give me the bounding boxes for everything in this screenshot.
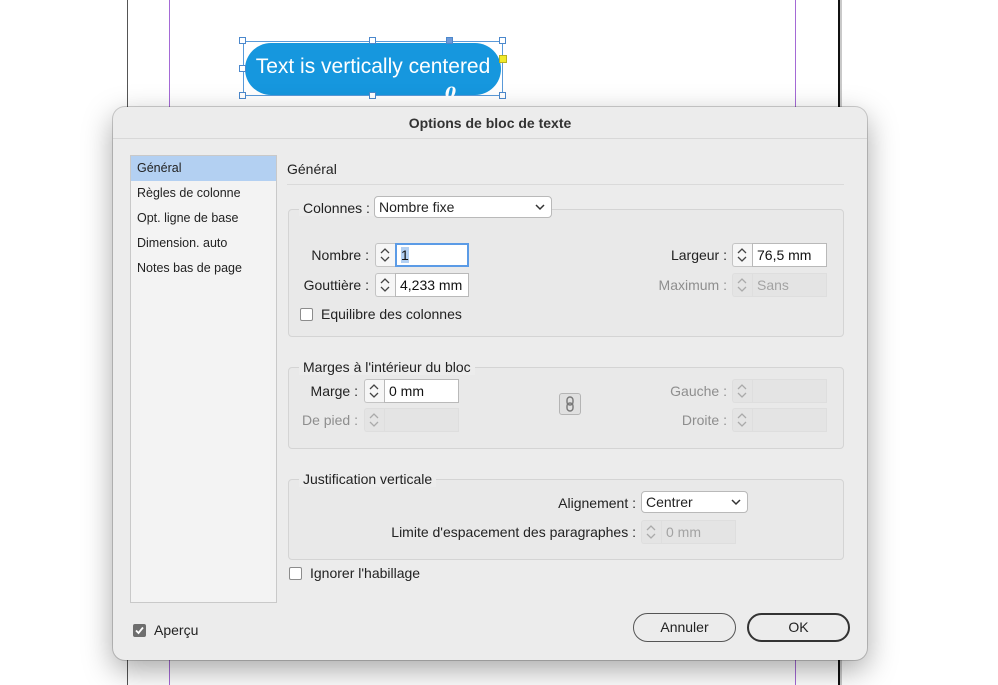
width-input[interactable]: 76,5 mm bbox=[752, 243, 827, 267]
chevron-down-icon bbox=[535, 204, 545, 211]
gutter-input[interactable]: 4,233 mm bbox=[395, 273, 469, 297]
right-inset-stepper bbox=[732, 408, 827, 432]
stepper-arrows-icon bbox=[380, 278, 390, 292]
columns-type-select[interactable]: Nombre fixe bbox=[374, 196, 552, 218]
alignment-value: Centrer bbox=[646, 494, 693, 510]
resize-handle-left[interactable] bbox=[239, 65, 246, 72]
gutter-stepper[interactable]: 4,233 mm bbox=[375, 273, 469, 297]
resize-handle-bottom-left[interactable] bbox=[239, 92, 246, 99]
section-title: Général bbox=[287, 161, 337, 177]
alignment-label: Alignement : bbox=[558, 495, 636, 511]
section-divider bbox=[287, 184, 844, 185]
right-inset-label: Droite : bbox=[681, 412, 727, 428]
vertical-justification-legend: Justification verticale bbox=[299, 471, 437, 487]
columns-legend: Colonnes : bbox=[299, 200, 374, 216]
resize-handle-top[interactable] bbox=[369, 37, 376, 44]
checkbox-box[interactable] bbox=[289, 566, 302, 580]
sidebar-item-general[interactable]: Général bbox=[131, 156, 276, 181]
stepper-arrows[interactable] bbox=[364, 379, 384, 403]
sidebar-item-column-rules[interactable]: Règles de colonne bbox=[131, 181, 276, 206]
make-all-settings-same-button[interactable] bbox=[559, 393, 581, 415]
maximum-label: Maximum : bbox=[658, 277, 727, 293]
left-inset-stepper bbox=[732, 379, 827, 403]
bottom-inset-label: De pied : bbox=[301, 412, 358, 428]
stepper-arrows-icon bbox=[369, 384, 379, 398]
dialog-title: Options de bloc de texte bbox=[113, 107, 867, 139]
paragraph-spacing-limit-input: 0 mm bbox=[661, 520, 736, 544]
stepper-arrows-icon bbox=[380, 248, 390, 262]
preview-label: Aperçu bbox=[154, 622, 199, 638]
ignore-text-wrap-label: Ignorer l'habillage bbox=[310, 565, 421, 581]
checkbox-box[interactable] bbox=[300, 307, 313, 321]
stepper-arrows[interactable] bbox=[375, 273, 395, 297]
width-label: Largeur : bbox=[670, 247, 727, 263]
text-frame-options-dialog: Options de bloc de texte Général Règles … bbox=[113, 107, 867, 660]
text-out-port[interactable] bbox=[499, 55, 507, 63]
margin-stepper[interactable]: 0 mm bbox=[364, 379, 459, 403]
sidebar-item-footnotes[interactable]: Notes bas de page bbox=[131, 256, 276, 281]
stepper-arrows-icon bbox=[737, 278, 747, 292]
maximum-input: Sans bbox=[752, 273, 827, 297]
options-sidebar: Général Règles de colonne Opt. ligne de … bbox=[130, 155, 277, 603]
stepper-arrows[interactable] bbox=[732, 243, 752, 267]
number-value: 1 bbox=[401, 247, 409, 263]
stepper-arrows[interactable] bbox=[375, 243, 395, 267]
margin-label: Marge : bbox=[310, 383, 358, 399]
stepper-arrows-icon bbox=[737, 248, 747, 262]
stepper-arrows-icon bbox=[737, 384, 747, 398]
number-stepper[interactable]: 1 bbox=[375, 243, 469, 267]
resize-handle-top-left[interactable] bbox=[239, 37, 246, 44]
stepper-arrows bbox=[732, 379, 752, 403]
bottom-inset-stepper bbox=[364, 408, 459, 432]
gutter-label: Gouttière : bbox=[303, 277, 369, 293]
checkbox-box[interactable] bbox=[133, 623, 146, 637]
insets-legend: Marges à l'intérieur du bloc bbox=[299, 359, 475, 375]
stepper-arrows bbox=[732, 408, 752, 432]
stepper-arrows-icon bbox=[646, 525, 656, 539]
chain-link-icon bbox=[566, 396, 574, 412]
number-label: Nombre : bbox=[311, 247, 369, 263]
resize-handle-bottom-right[interactable] bbox=[499, 92, 506, 99]
sidebar-item-baseline-options[interactable]: Opt. ligne de base bbox=[131, 206, 276, 231]
frame-bounding-box bbox=[243, 41, 503, 96]
margin-input[interactable]: 0 mm bbox=[384, 379, 459, 403]
balance-columns-label: Equilibre des colonnes bbox=[321, 306, 462, 322]
stepper-arrows bbox=[641, 520, 661, 544]
ok-button[interactable]: OK bbox=[747, 613, 850, 642]
maximum-stepper: Sans bbox=[732, 273, 827, 297]
right-inset-input bbox=[752, 408, 827, 432]
cancel-button[interactable]: Annuler bbox=[633, 613, 736, 642]
checkmark-icon bbox=[135, 626, 144, 634]
alignment-select[interactable]: Centrer bbox=[641, 491, 748, 513]
left-inset-label: Gauche : bbox=[670, 383, 727, 399]
resize-handle-bottom[interactable] bbox=[369, 92, 376, 99]
width-stepper[interactable]: 76,5 mm bbox=[732, 243, 827, 267]
paragraph-spacing-limit-label: Limite d'espacement des paragraphes : bbox=[391, 524, 636, 540]
stepper-arrows-icon bbox=[369, 413, 379, 427]
number-input[interactable]: 1 bbox=[395, 243, 469, 267]
selected-text-frame[interactable]: Text is vertically centered 0 bbox=[239, 37, 507, 102]
columns-type-value: Nombre fixe bbox=[379, 199, 455, 215]
sidebar-item-auto-size[interactable]: Dimension. auto bbox=[131, 231, 276, 256]
preview-checkbox[interactable]: Aperçu bbox=[133, 622, 198, 638]
stepper-arrows bbox=[732, 273, 752, 297]
stepper-arrows-icon bbox=[737, 413, 747, 427]
resize-handle-top-right[interactable] bbox=[499, 37, 506, 44]
balance-columns-checkbox[interactable]: Equilibre des colonnes bbox=[300, 306, 462, 322]
bottom-inset-input bbox=[384, 408, 459, 432]
overflow-indicator: 0 bbox=[445, 83, 457, 102]
paragraph-spacing-limit-stepper: 0 mm bbox=[641, 520, 736, 544]
chevron-down-icon bbox=[731, 499, 741, 506]
stepper-arrows bbox=[364, 408, 384, 432]
left-inset-input bbox=[752, 379, 827, 403]
vertical-justification-group bbox=[288, 479, 844, 560]
corner-options-handle[interactable] bbox=[446, 37, 453, 44]
ignore-text-wrap-checkbox[interactable]: Ignorer l'habillage bbox=[289, 565, 420, 581]
